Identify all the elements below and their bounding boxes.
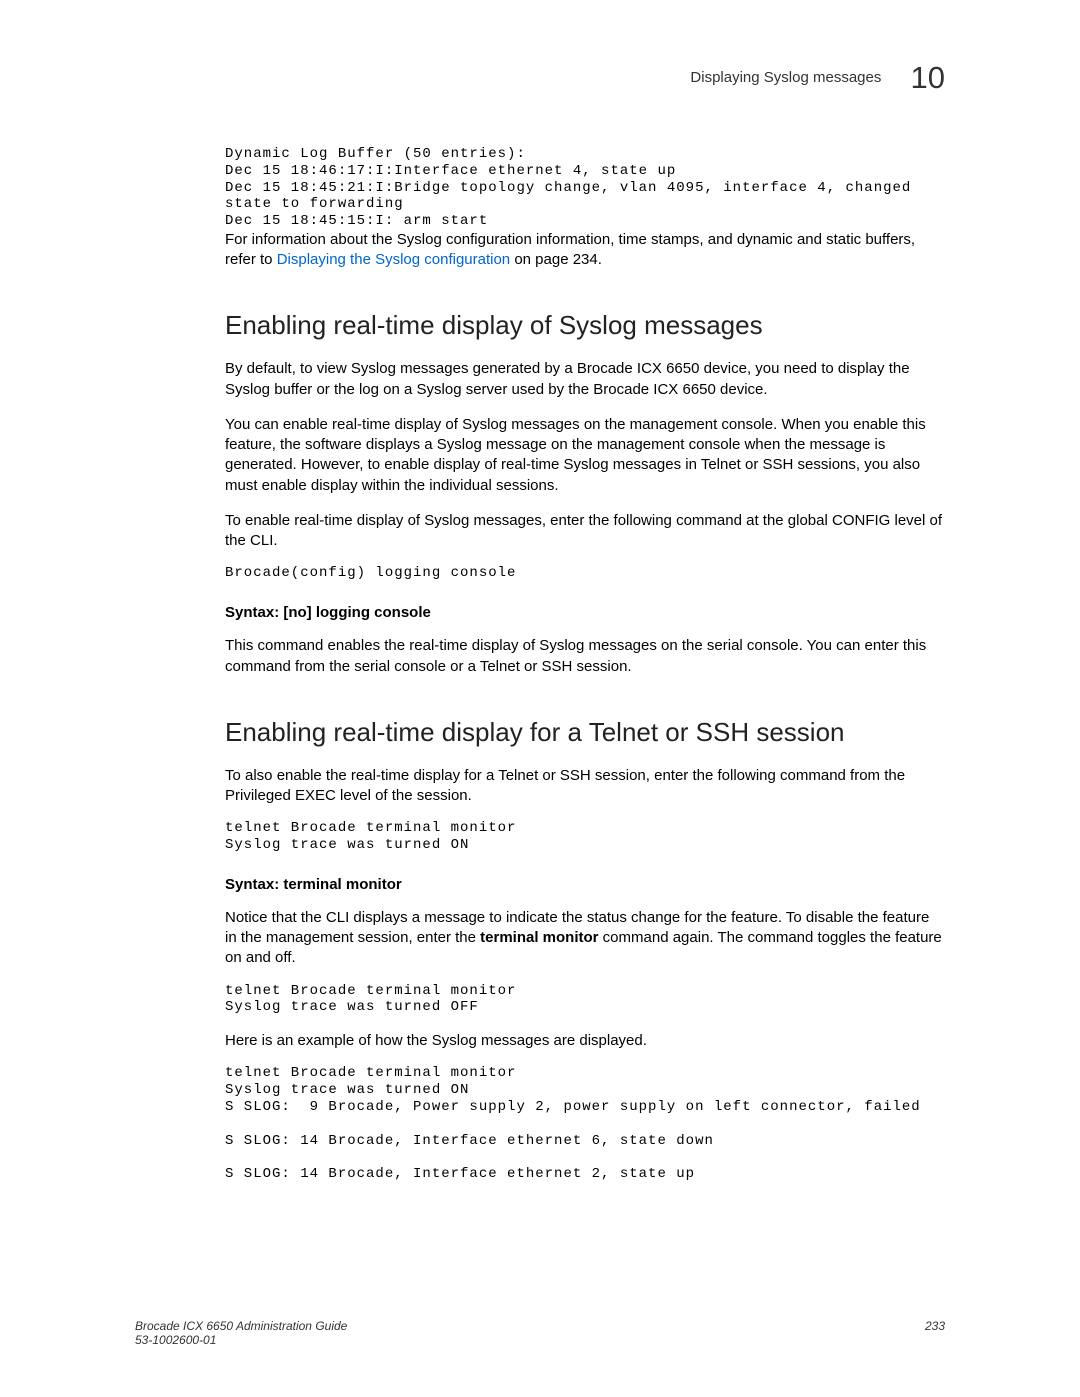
intro-log-output: Dynamic Log Buffer (50 entries): Dec 15 … — [225, 146, 945, 230]
section2-heading: Enabling real-time display for a Telnet … — [225, 717, 945, 748]
footer-guide: Brocade ICX 6650 Administration Guide — [135, 1319, 347, 1333]
section2-p2: Notice that the CLI displays a message t… — [225, 908, 945, 969]
section2-p1: To also enable the real-time display for… — [225, 766, 945, 807]
section2-cmd1: telnet Brocade terminal monitor Syslog t… — [225, 820, 945, 854]
footer-docnum: 53-1002600-01 — [135, 1333, 347, 1347]
section1-syntax1: Syntax: [no] logging console — [225, 604, 945, 621]
page-header: Displaying Syslog messages 10 — [225, 60, 945, 96]
section1-p2: You can enable real-time display of Sysl… — [225, 415, 945, 496]
section1-heading: Enabling real-time display of Syslog mes… — [225, 310, 945, 341]
page-footer: Brocade ICX 6650 Administration Guide 53… — [135, 1319, 945, 1347]
section2-cmd2: telnet Brocade terminal monitor Syslog t… — [225, 983, 945, 1017]
section1-cmd1: Brocade(config) logging console — [225, 565, 945, 582]
intro-paragraph: For information about the Syslog configu… — [225, 230, 945, 271]
section2-p2-bold: terminal monitor — [480, 929, 598, 946]
section1-p1: By default, to view Syslog messages gene… — [225, 359, 945, 400]
header-title: Displaying Syslog messages — [690, 69, 881, 86]
section1-p4: This command enables the real-time displ… — [225, 636, 945, 677]
section2-p3: Here is an example of how the Syslog mes… — [225, 1031, 945, 1051]
section2-cmd3: telnet Brocade terminal monitor Syslog t… — [225, 1065, 945, 1183]
footer-page: 233 — [925, 1319, 945, 1333]
section2-syntax1: Syntax: terminal monitor — [225, 876, 945, 893]
chapter-number: 10 — [911, 60, 945, 95]
intro-text-b: on page 234. — [510, 251, 602, 268]
section1-p3: To enable real-time display of Syslog me… — [225, 511, 945, 552]
syslog-config-link[interactable]: Displaying the Syslog configuration — [277, 251, 510, 268]
